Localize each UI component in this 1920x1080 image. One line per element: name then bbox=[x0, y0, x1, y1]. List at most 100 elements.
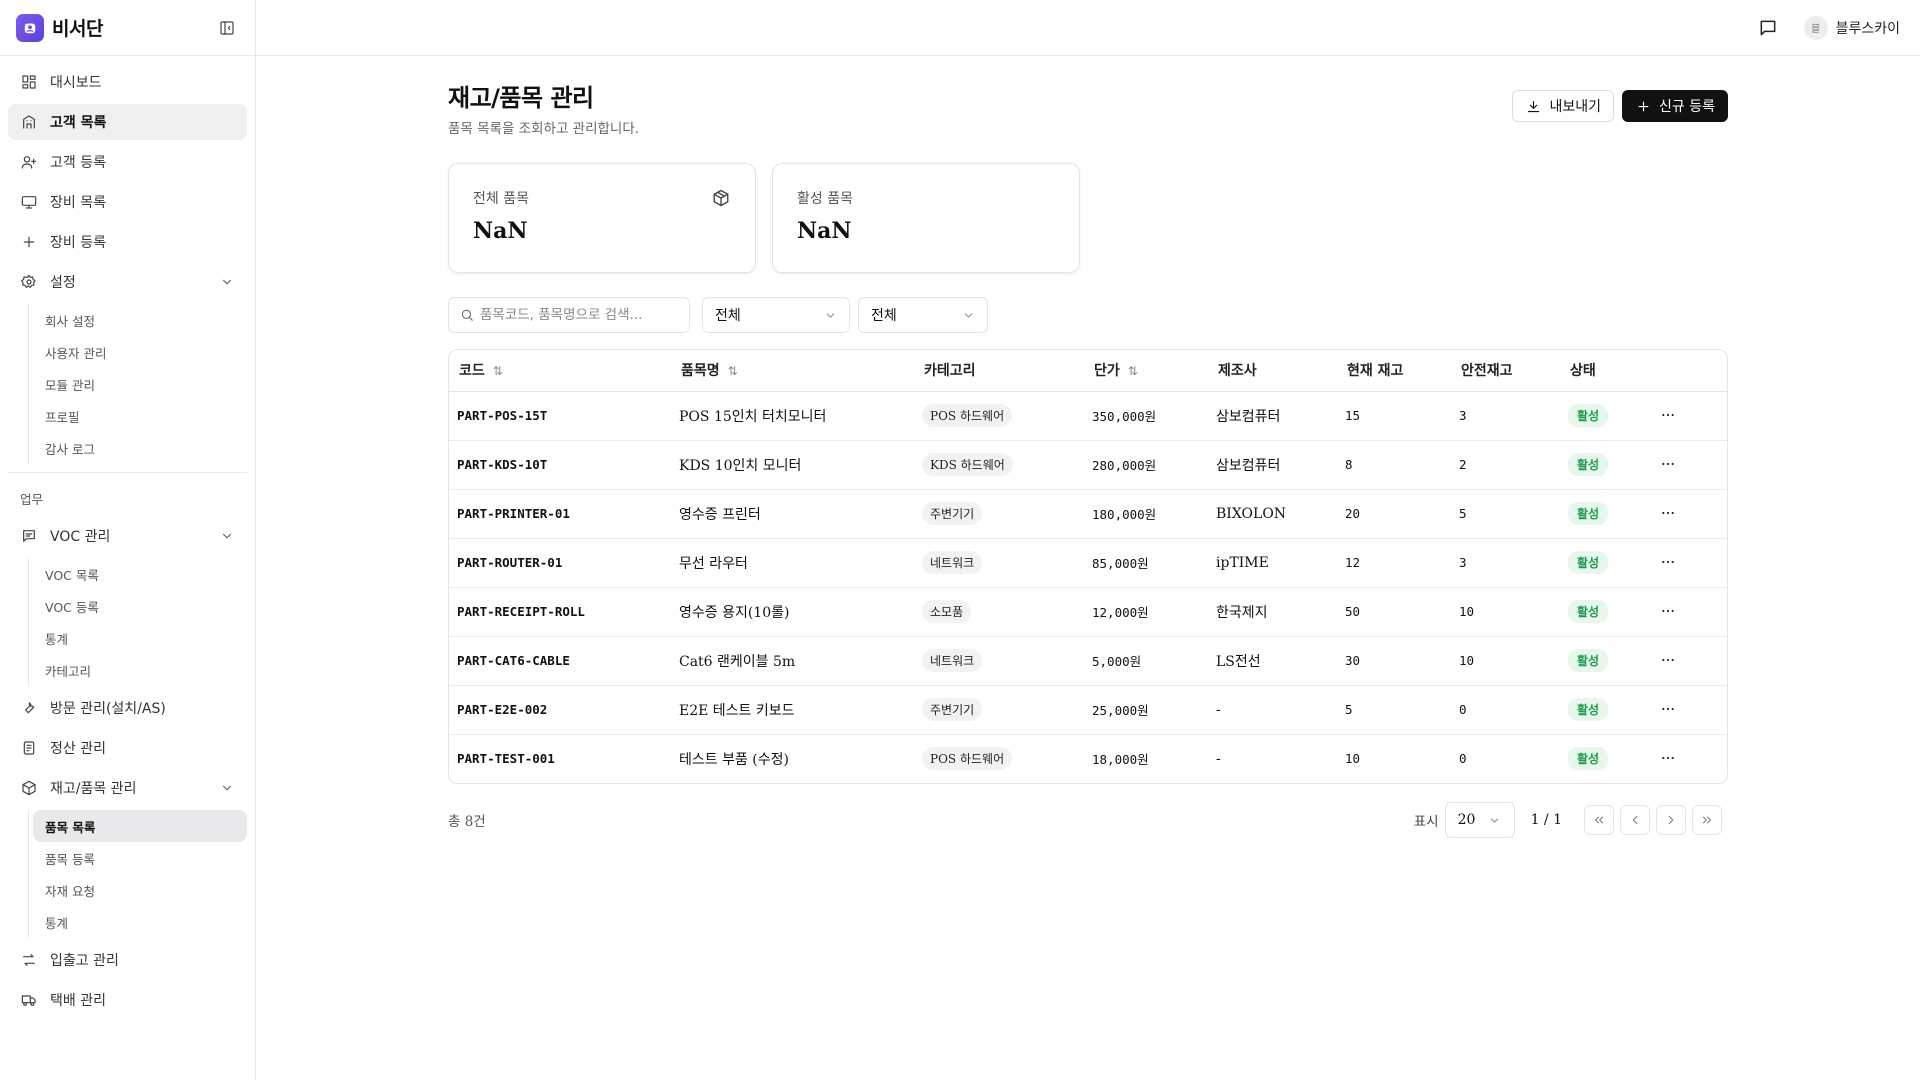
sidebar-subitem-profile[interactable]: 프로필 bbox=[33, 400, 247, 432]
sidebar-item-visit[interactable]: 방문 관리(설치/AS) bbox=[8, 690, 247, 726]
package-icon bbox=[711, 188, 731, 208]
sidebar-subitem-audit-log[interactable]: 감사 로그 bbox=[33, 432, 247, 464]
sidebar-group-label: 업무 bbox=[20, 492, 44, 507]
page-actions: 내보내기 신규 등록 bbox=[1512, 90, 1728, 122]
user-menu[interactable]: 블 블루스카이 bbox=[1803, 15, 1900, 40]
item-stock: 10 bbox=[1345, 750, 1361, 766]
item-code: PART-ROUTER-01 bbox=[457, 554, 563, 570]
export-button[interactable]: 내보내기 bbox=[1512, 90, 1615, 122]
item-maker: LS전선 bbox=[1216, 653, 1261, 670]
sidebar-item-settings[interactable]: 설정 bbox=[8, 264, 247, 300]
more-horizontal-icon[interactable] bbox=[1658, 601, 1678, 621]
first-page-button[interactable] bbox=[1584, 805, 1614, 835]
cell-code: PART-PRINTER-01 bbox=[449, 489, 671, 539]
table-row[interactable]: PART-PRINTER-01 영수증 프린터 주변기기 180,000원 BIXOLO… bbox=[449, 489, 1727, 539]
table-row[interactable]: PART-RECEIPT-ROLL 영수증 용지(10롤) 소모품 12,000원 한국… bbox=[449, 587, 1727, 637]
sidebar-subitem-voc-register[interactable]: VOC 등록 bbox=[33, 590, 247, 622]
sidebar-item-customer-list[interactable]: 고객 목록 bbox=[8, 104, 247, 140]
cell-safety-stock: 2 bbox=[1451, 440, 1560, 490]
prev-page-button[interactable] bbox=[1620, 805, 1650, 835]
sidebar-item-equipment-list[interactable]: 장비 목록 bbox=[8, 184, 247, 220]
table-row[interactable]: PART-CAT6-CABLE Cat6 랜케이블 5m 네트워크 5,000원 LS전… bbox=[449, 636, 1727, 686]
sidebar-subitem-voc-stats[interactable]: 통계 bbox=[33, 622, 247, 654]
page-size-label: 표시 bbox=[1413, 814, 1439, 830]
sidebar-subitem-company-settings[interactable]: 회사 설정 bbox=[33, 304, 247, 336]
sidebar-item-delivery[interactable]: 택배 관리 bbox=[8, 982, 247, 1018]
status-badge: 활성 bbox=[1568, 698, 1609, 721]
sidebar-item-equipment-register[interactable]: 장비 등록 bbox=[8, 224, 247, 260]
category-filter-select[interactable]: 전체 bbox=[702, 297, 850, 333]
cell-stock: 20 bbox=[1337, 489, 1451, 539]
sidebar-item-voc[interactable]: VOC 관리 bbox=[8, 518, 247, 554]
message-square-icon bbox=[20, 527, 38, 545]
column-header-price[interactable]: 단가 ⇅ bbox=[1084, 350, 1208, 392]
wrench-icon bbox=[20, 699, 38, 717]
sidebar-item-inout[interactable]: 입출고 관리 bbox=[8, 942, 247, 978]
new-item-button[interactable]: 신규 등록 bbox=[1622, 90, 1728, 122]
cell-maker: 삼보컴퓨터 bbox=[1208, 440, 1337, 490]
cell-actions bbox=[1650, 587, 1727, 637]
sidebar-item-label: 장비 등록 bbox=[50, 235, 106, 251]
building-icon bbox=[20, 113, 38, 131]
column-header-name[interactable]: 품목명 ⇅ bbox=[671, 350, 914, 392]
more-horizontal-icon[interactable] bbox=[1658, 405, 1678, 425]
sidebar-subitem-voc-list[interactable]: VOC 목록 bbox=[33, 558, 247, 590]
more-horizontal-icon[interactable] bbox=[1658, 748, 1678, 768]
category-badge: KDS 하드웨어 bbox=[922, 453, 1013, 476]
table-row[interactable]: PART-POS-15T POS 15인치 터치모니터 POS 하드웨어 350,00… bbox=[449, 391, 1727, 441]
cell-code: PART-POS-15T bbox=[449, 391, 671, 441]
item-safety-stock: 5 bbox=[1459, 505, 1467, 521]
sidebar-subitem-material-request[interactable]: 자재 요청 bbox=[33, 874, 247, 906]
sidebar-subitem-voc-category[interactable]: 카테고리 bbox=[33, 654, 247, 686]
item-maker: ipTIME bbox=[1216, 554, 1269, 571]
item-name: POS 15인치 터치모니터 bbox=[679, 408, 827, 425]
sidebar-subitem-module-management[interactable]: 모듈 관리 bbox=[33, 368, 247, 400]
cell-price: 180,000원 bbox=[1084, 489, 1208, 539]
column-header-code[interactable]: 코드 ⇅ bbox=[449, 350, 671, 392]
sidebar-subitem-item-list[interactable]: 품목 목록 bbox=[33, 810, 247, 842]
inventory-submenu: 품목 목록 품목 등록 자재 요청 통계 bbox=[28, 810, 247, 938]
column-header-category: 카테고리 bbox=[914, 350, 1084, 392]
avatar: 블 bbox=[1803, 15, 1828, 40]
stat-card-total-items: 전체 품목 NaN bbox=[448, 163, 756, 273]
message-icon[interactable] bbox=[1756, 16, 1780, 40]
item-stock: 50 bbox=[1345, 603, 1361, 619]
item-name: 무선 라우터 bbox=[679, 555, 748, 572]
sidebar-item-customer-register[interactable]: 고객 등록 bbox=[8, 144, 247, 180]
last-page-button[interactable] bbox=[1692, 805, 1722, 835]
more-horizontal-icon[interactable] bbox=[1658, 503, 1678, 523]
table-header-row: 코드 ⇅ 품목명 ⇅ 카테고리 단가 ⇅ 제조사 현재 재고 안전재고 상태 bbox=[449, 350, 1727, 392]
sidebar-item-settlement[interactable]: 정산 관리 bbox=[8, 730, 247, 766]
stat-card-active-items: 활성 품목 NaN bbox=[772, 163, 1080, 273]
cell-maker: 삼보컴퓨터 bbox=[1208, 391, 1337, 441]
sidebar-subitem-user-management[interactable]: 사용자 관리 bbox=[33, 336, 247, 368]
sidebar-collapse-icon[interactable] bbox=[215, 16, 239, 40]
table-footer: 총 8건 표시 20 1 / 1 bbox=[448, 802, 1728, 838]
stat-card-value: NaN bbox=[797, 218, 852, 244]
more-horizontal-icon[interactable] bbox=[1658, 699, 1678, 719]
page-size-select[interactable]: 20 bbox=[1444, 802, 1515, 838]
sidebar-item-inventory[interactable]: 재고/품목 관리 bbox=[8, 770, 247, 806]
cell-category: 네트워크 bbox=[914, 636, 1084, 686]
table-row[interactable]: PART-TEST-001 테스트 부품 (수정) POS 하드웨어 18,000원 -… bbox=[449, 734, 1727, 783]
sidebar-subitem-inventory-stats[interactable]: 통계 bbox=[33, 906, 247, 938]
more-horizontal-icon[interactable] bbox=[1658, 552, 1678, 572]
next-page-button[interactable] bbox=[1656, 805, 1686, 835]
search-input[interactable] bbox=[480, 307, 679, 323]
sidebar-subitem-item-register[interactable]: 품목 등록 bbox=[33, 842, 247, 874]
cell-name: KDS 10인치 모니터 bbox=[671, 440, 914, 490]
sidebar-item-dashboard[interactable]: 대시보드 bbox=[8, 64, 247, 100]
table-row[interactable]: PART-ROUTER-01 무선 라우터 네트워크 85,000원 ipTIME 12 3… bbox=[449, 538, 1727, 588]
more-horizontal-icon[interactable] bbox=[1658, 454, 1678, 474]
item-maker: - bbox=[1216, 750, 1221, 767]
box-icon bbox=[20, 779, 38, 797]
item-price: 85,000원 bbox=[1092, 556, 1149, 571]
table-row[interactable]: PART-E2E-002 E2E 테스트 키보드 주변기기 25,000원 - 5 0 활성 bbox=[449, 685, 1727, 735]
more-horizontal-icon[interactable] bbox=[1658, 650, 1678, 670]
sidebar-item-label: 입출고 관리 bbox=[50, 953, 119, 969]
page-size-value: 20 bbox=[1457, 812, 1476, 828]
item-stock: 8 bbox=[1345, 456, 1353, 472]
download-icon bbox=[1525, 98, 1541, 114]
status-filter-select[interactable]: 전체 bbox=[858, 297, 988, 333]
table-row[interactable]: PART-KDS-10T KDS 10인치 모니터 KDS 하드웨어 280,000원… bbox=[449, 440, 1727, 490]
